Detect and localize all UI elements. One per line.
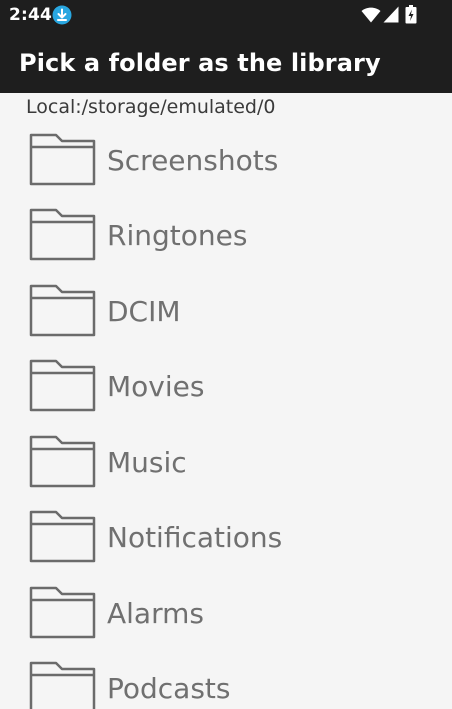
current-path: Local:/storage/emulated/0	[26, 96, 276, 118]
folder-item-podcasts[interactable]: Podcasts	[0, 650, 452, 709]
folder-name: Podcasts	[107, 672, 231, 705]
signal-icon	[383, 6, 399, 23]
folder-icon	[29, 586, 96, 639]
wifi-icon	[361, 7, 381, 23]
folder-name: Alarms	[107, 597, 204, 630]
folder-item-dcim[interactable]: DCIM	[0, 273, 452, 348]
folder-icon	[29, 208, 96, 261]
folder-name: Screenshots	[107, 144, 279, 177]
folder-item-ringtones[interactable]: Ringtones	[0, 197, 452, 272]
folder-name: Ringtones	[107, 219, 248, 252]
folder-item-alarms[interactable]: Alarms	[0, 575, 452, 650]
folder-icon	[29, 510, 96, 563]
status-bar: 2:44	[0, 0, 452, 32]
status-time: 2:44	[9, 5, 53, 25]
folder-icon	[29, 284, 96, 337]
battery-charging-icon	[405, 5, 417, 24]
page-title: Pick a folder as the library	[19, 49, 381, 77]
folder-item-notifications[interactable]: Notifications	[0, 499, 452, 574]
folder-name: Movies	[107, 370, 205, 403]
folder-name: Music	[107, 446, 187, 479]
folder-item-music[interactable]: Music	[0, 424, 452, 499]
folder-icon	[29, 133, 96, 186]
folder-icon	[29, 435, 96, 488]
folder-icon	[29, 359, 96, 412]
folder-name: Notifications	[107, 521, 283, 554]
folder-name: DCIM	[107, 295, 181, 328]
folder-item-screenshots[interactable]: Screenshots	[0, 122, 452, 197]
folder-item-movies[interactable]: Movies	[0, 348, 452, 423]
folder-icon	[29, 661, 96, 709]
download-icon	[52, 5, 72, 25]
app-bar: Pick a folder as the library	[0, 32, 452, 93]
